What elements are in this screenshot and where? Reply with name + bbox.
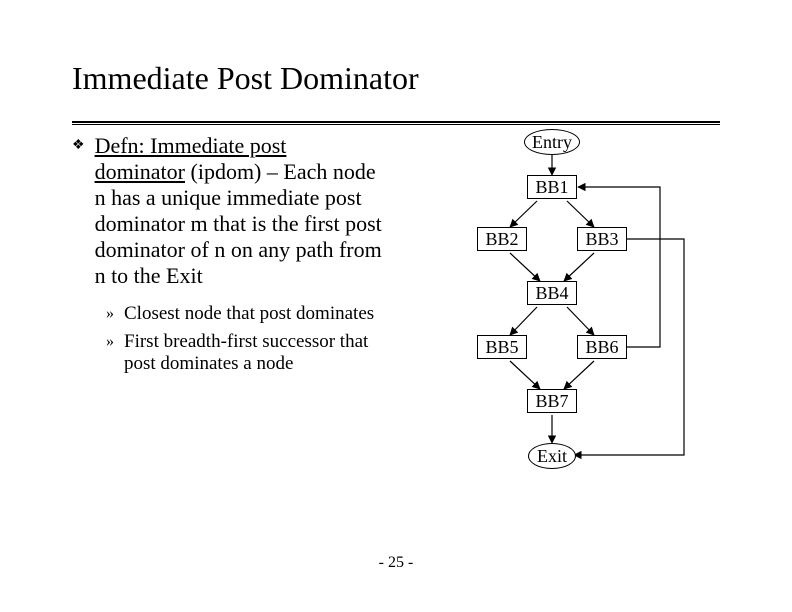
node-exit: Exit bbox=[528, 443, 576, 469]
node-bb7: BB7 bbox=[527, 389, 577, 413]
node-bb1-label: BB1 bbox=[536, 177, 569, 198]
diamond-bullet-icon: ❖ bbox=[72, 133, 85, 159]
content-row: ❖ Defn: Immediate post dominator (ipdom)… bbox=[72, 125, 720, 505]
bullet-level2: » First breadth-first successor that pos… bbox=[106, 331, 382, 375]
page-title: Immediate Post Dominator bbox=[72, 60, 720, 125]
definition-text: Defn: Immediate post dominator (ipdom) –… bbox=[95, 133, 382, 289]
node-bb1: BB1 bbox=[527, 175, 577, 199]
node-bb4-label: BB4 bbox=[536, 283, 569, 304]
raquo-bullet-icon: » bbox=[106, 303, 114, 325]
node-bb3: BB3 bbox=[577, 227, 627, 251]
node-bb5: BB5 bbox=[477, 335, 527, 359]
node-bb3-label: BB3 bbox=[586, 229, 619, 250]
bullet-level2: » Closest node that post dominates bbox=[106, 303, 382, 325]
node-bb6-label: BB6 bbox=[586, 337, 619, 358]
node-bb7-label: BB7 bbox=[536, 391, 569, 412]
subpoint-2: First breadth-first successor that post … bbox=[124, 331, 382, 375]
slide: Immediate Post Dominator ❖ Defn: Immedia… bbox=[72, 60, 720, 552]
node-entry-label: Entry bbox=[532, 132, 572, 153]
subpoint-1: Closest node that post dominates bbox=[124, 303, 374, 325]
cfg-diagram: Entry BB1 BB2 BB3 BB4 BB5 BB6 BB7 Exit bbox=[402, 125, 702, 505]
node-bb4: BB4 bbox=[527, 281, 577, 305]
raquo-bullet-icon: » bbox=[106, 331, 114, 353]
node-entry: Entry bbox=[524, 129, 580, 155]
node-exit-label: Exit bbox=[537, 446, 567, 467]
node-bb2-label: BB2 bbox=[486, 229, 519, 250]
node-bb5-label: BB5 bbox=[486, 337, 519, 358]
title-text: Immediate Post Dominator bbox=[72, 60, 720, 103]
text-column: ❖ Defn: Immediate post dominator (ipdom)… bbox=[72, 125, 382, 505]
node-bb2: BB2 bbox=[477, 227, 527, 251]
node-bb6: BB6 bbox=[577, 335, 627, 359]
bullet-level1: ❖ Defn: Immediate post dominator (ipdom)… bbox=[72, 133, 382, 289]
page-number: - 25 - bbox=[0, 554, 792, 572]
